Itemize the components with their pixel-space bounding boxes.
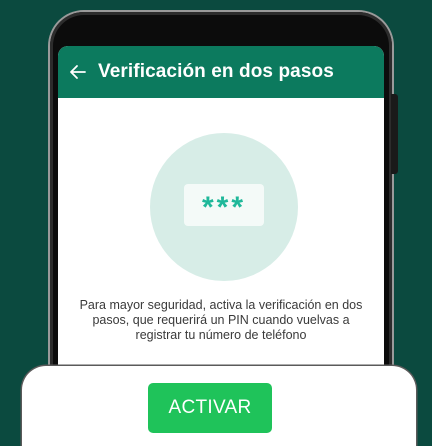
phone-side-button: [391, 94, 398, 174]
app-bar: Verificación en dos pasos: [58, 46, 384, 98]
description-text: Para mayor seguridad, activa la verifica…: [79, 298, 363, 342]
activate-button[interactable]: ACTIVAR: [148, 383, 272, 433]
page-title: Verificación en dos pasos: [98, 61, 334, 82]
arrow-left-icon[interactable]: [66, 60, 90, 84]
pin-card: ***: [184, 184, 264, 226]
phone-screen: Verificación en dos pasos *** Para mayor…: [58, 46, 384, 420]
pin-mask: ***: [201, 191, 247, 224]
